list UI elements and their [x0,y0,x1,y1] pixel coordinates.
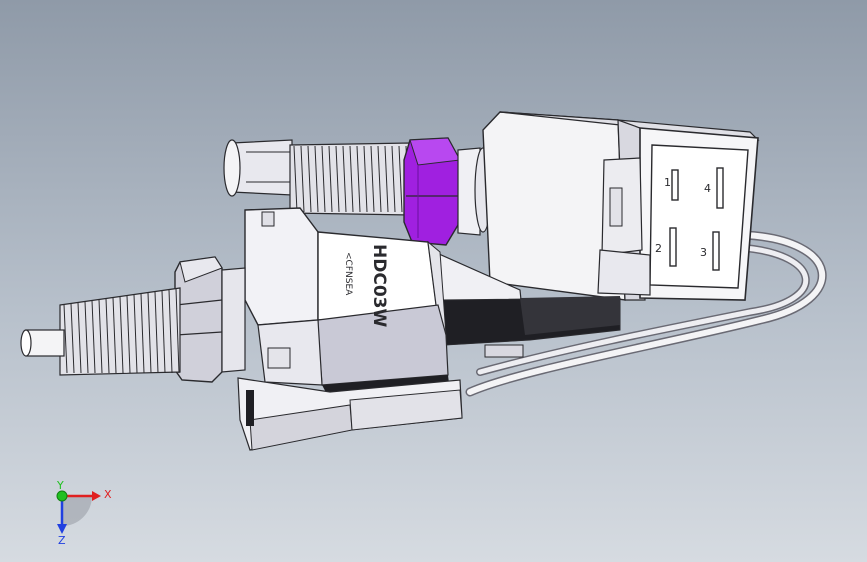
pin-label-1: 1 [664,176,671,189]
y-axis-label: Y [56,479,64,492]
lower-plunger-tip[interactable] [20,329,65,357]
pin-4-terminal [716,167,724,209]
lower-hex-body[interactable] [174,256,246,383]
pin-label-4: 4 [704,182,711,195]
pin-2-terminal [669,227,677,267]
upper-plunger[interactable] [223,139,293,197]
z-axis-label: Z [58,534,66,547]
pin-3-terminal [712,231,720,271]
pin-1-terminal [671,169,679,201]
coordinate-triad: X Y Z [56,479,112,547]
z-axis-head [57,524,67,534]
lower-thread [59,287,181,376]
y-axis-origin [56,490,68,502]
x-axis-head [92,491,101,501]
cad-viewport[interactable]: 1 4 2 3 HDC03W <CFNSEA X Y Z [0,0,867,562]
pin-label-2: 2 [655,242,662,255]
x-axis-label: X [104,488,112,501]
housing-brand-marking: <CFNSEA [343,252,353,296]
upper-thread [289,142,411,216]
housing-model-marking: HDC03W [369,244,389,327]
cad-model-view[interactable]: 1 4 2 3 HDC03W <CFNSEA X Y Z [0,0,867,562]
pin-label-3: 3 [700,246,707,259]
lock-nut[interactable] [403,137,461,246]
